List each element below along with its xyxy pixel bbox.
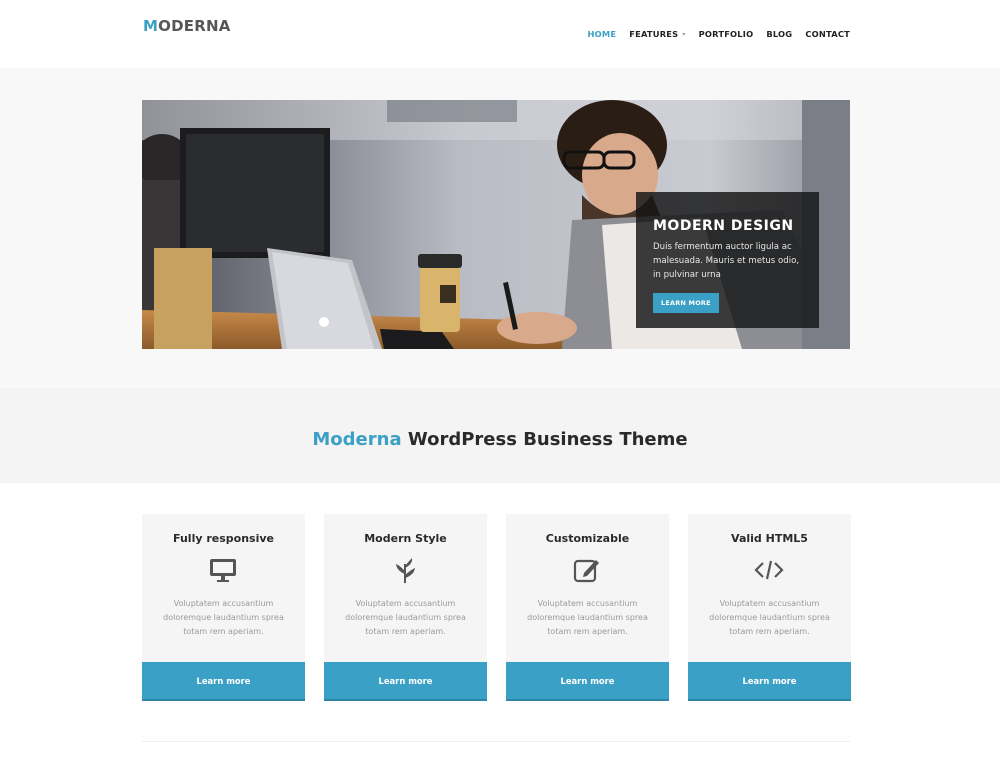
feature-box-modern-style: Modern Style Voluptatem accusantium dolo… xyxy=(324,514,487,701)
learn-more-button[interactable]: Learn more xyxy=(324,662,487,701)
nav-item-portfolio[interactable]: PORTFOLIO xyxy=(699,29,754,39)
feature-text: Voluptatem accusantium doloremque laudan… xyxy=(345,599,466,636)
page-headline: Moderna WordPress Business Theme xyxy=(0,429,1000,450)
feature-text: Voluptatem accusantium doloremque laudan… xyxy=(709,599,830,636)
desktop-icon xyxy=(210,559,236,582)
site-header: MODERNA HOME FEATURES ▾ PORTFOLIO BLOG CO… xyxy=(0,0,1000,68)
feature-box-responsive: Fully responsive Voluptatem accusantium … xyxy=(142,514,305,701)
feature-title: Modern Style xyxy=(364,532,447,545)
logo-text: ODERNA xyxy=(158,17,231,35)
learn-more-button[interactable]: Learn more xyxy=(506,662,669,701)
nav-item-features[interactable]: FEATURES ▾ xyxy=(629,29,685,39)
edit-icon xyxy=(573,559,599,583)
headline-text: WordPress Business Theme xyxy=(401,429,688,450)
hero-slider[interactable]: MODERN DESIGN Duis fermentum auctor ligu… xyxy=(142,100,850,349)
section-divider xyxy=(142,741,850,742)
feature-title: Customizable xyxy=(545,532,630,545)
learn-more-button[interactable]: LEARN MORE xyxy=(653,293,719,313)
feature-box-valid-html5: Valid HTML5 Voluptatem accusantium dolor… xyxy=(688,514,851,701)
nav-item-blog[interactable]: BLOG xyxy=(766,29,792,39)
leaf-icon xyxy=(396,558,415,583)
feature-text: Voluptatem accusantium doloremque laudan… xyxy=(163,599,284,636)
main-nav: HOME FEATURES ▾ PORTFOLIO BLOG CONTACT xyxy=(574,29,850,39)
code-icon xyxy=(754,560,784,580)
learn-more-button[interactable]: Learn more xyxy=(142,662,305,701)
feature-title: Valid HTML5 xyxy=(731,532,808,545)
feature-text: Voluptatem accusantium doloremque laudan… xyxy=(527,599,648,636)
hero-title: MODERN DESIGN xyxy=(653,218,794,234)
site-logo[interactable]: MODERNA xyxy=(143,17,231,35)
hero-text: Duis fermentum auctor ligula ac malesuad… xyxy=(653,242,800,280)
logo-accent: M xyxy=(143,17,159,35)
headline-accent: Moderna xyxy=(312,429,402,450)
nav-item-contact[interactable]: CONTACT xyxy=(805,29,850,39)
nav-item-features-label: FEATURES xyxy=(629,29,679,39)
hero-caption: MODERN DESIGN Duis fermentum auctor ligu… xyxy=(636,192,819,328)
learn-more-button[interactable]: Learn more xyxy=(688,662,851,701)
chevron-down-icon: ▾ xyxy=(682,31,686,38)
feature-title: Fully responsive xyxy=(173,532,274,545)
nav-item-home[interactable]: HOME xyxy=(587,29,616,39)
feature-box-customizable: Customizable Voluptatem accusantium dolo… xyxy=(506,514,669,701)
